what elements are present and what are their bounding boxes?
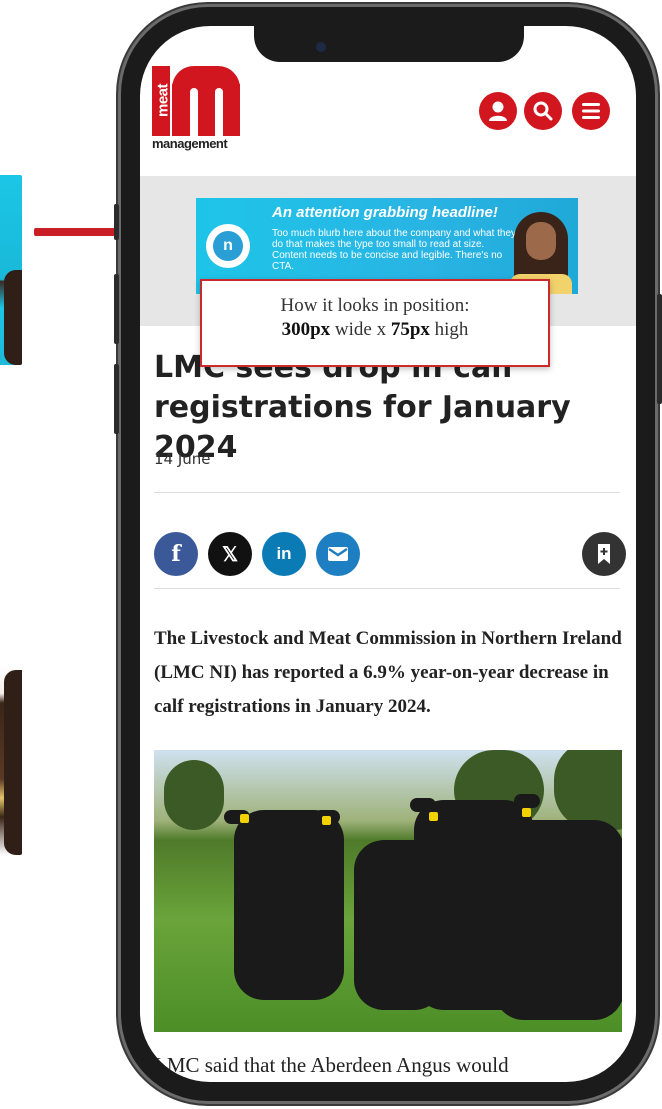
ad-brand-logo-icon: n	[206, 224, 250, 268]
thumbnail-person	[4, 270, 22, 365]
phone-power-button	[657, 294, 662, 404]
callout-height-value: 75px	[390, 319, 430, 340]
phone-side-button	[114, 204, 119, 240]
article-image	[154, 750, 622, 1032]
linkedin-share-icon[interactable]: in	[262, 532, 306, 576]
search-icon[interactable]	[524, 92, 562, 130]
callout-line2: 300px wide x 75px high	[202, 319, 548, 341]
divider	[154, 588, 620, 589]
front-camera	[316, 42, 326, 52]
bookmark-icon[interactable]	[582, 532, 626, 576]
logo-management-text: management	[152, 136, 228, 151]
article-body: LMC said that the Aberdeen Angus would	[154, 1053, 509, 1077]
ad-preview-thumbnail	[0, 665, 22, 855]
ad-preview-thumbnail	[0, 175, 22, 365]
facebook-glyph: f	[171, 541, 181, 567]
thumbnail-person	[4, 670, 22, 855]
callout-width-word: wide x	[330, 319, 391, 340]
callout-width-value: 300px	[281, 319, 331, 340]
linkedin-glyph: in	[276, 544, 292, 563]
x-glyph: 𝕏	[221, 543, 239, 566]
callout-height-word: high	[429, 319, 469, 340]
account-icon[interactable]	[479, 92, 517, 130]
phone-frame: meat management n An attention grabbing …	[114, 4, 662, 1104]
phone-screen: meat management n An attention grabbing …	[140, 26, 636, 1082]
logo-meat-bar: meat	[152, 66, 172, 136]
email-share-icon[interactable]	[316, 532, 360, 576]
divider	[154, 492, 620, 493]
ad-headline: An attention grabbing headline!	[272, 204, 498, 221]
phone-notch	[254, 26, 524, 62]
facebook-share-icon[interactable]: f	[154, 532, 198, 576]
phone-volume-button	[114, 274, 119, 344]
article-date: 14 June	[154, 450, 211, 468]
menu-icon[interactable]	[572, 92, 610, 130]
logo-m-mark	[172, 66, 240, 136]
logo-meat-text: meat	[154, 83, 172, 118]
ad-size-callout: How it looks in position: 300px wide x 7…	[200, 279, 550, 367]
x-share-icon[interactable]: 𝕏	[208, 532, 252, 576]
ad-blurb: Too much blurb here about the company an…	[272, 228, 517, 272]
callout-line1: How it looks in position:	[280, 295, 470, 316]
phone-volume-button	[114, 364, 119, 434]
article-lead: The Livestock and Meat Commission in Nor…	[154, 628, 622, 717]
site-logo[interactable]: meat management	[152, 66, 242, 154]
